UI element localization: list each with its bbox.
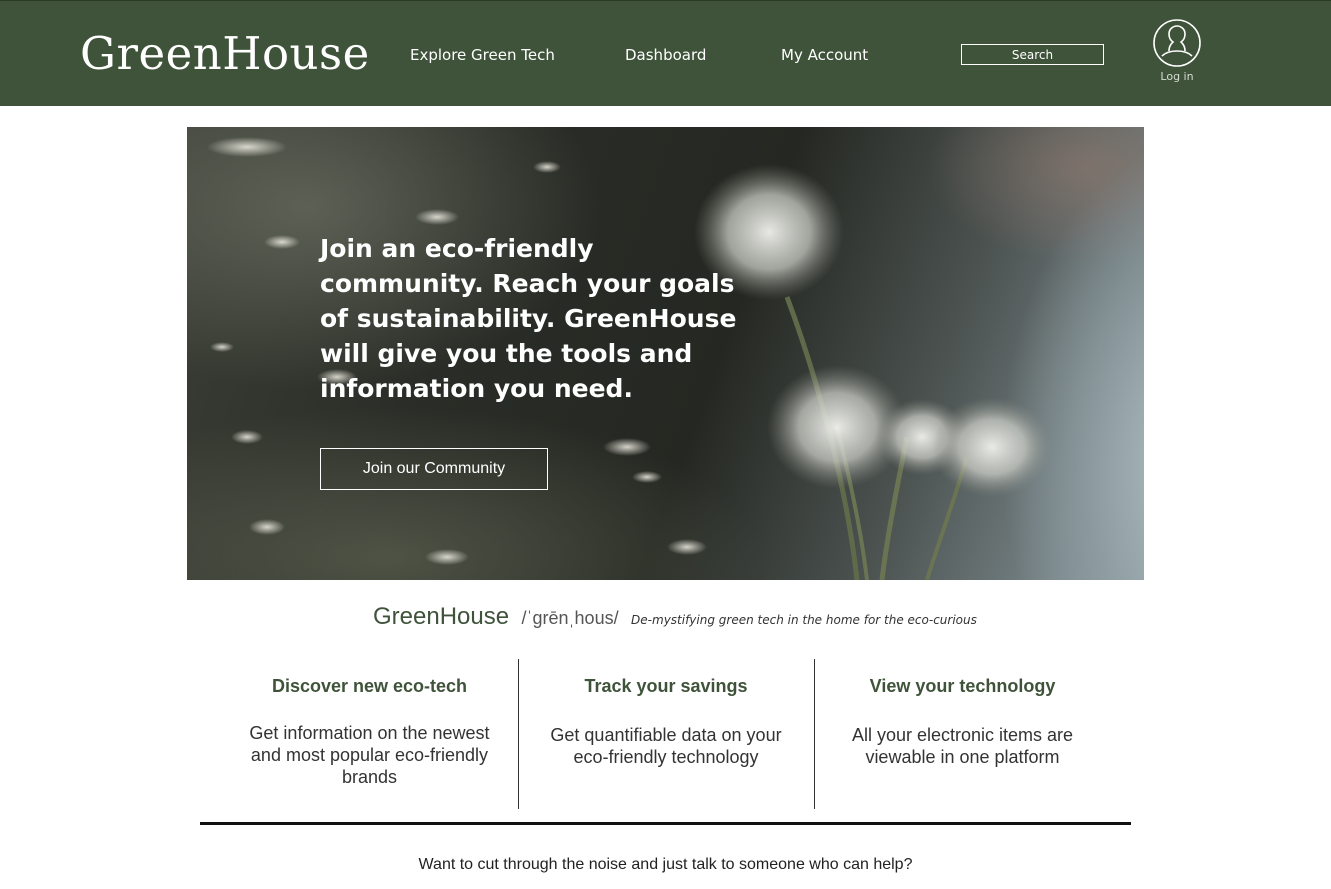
section-divider (200, 822, 1131, 825)
feature-track-savings: Track your savings Get quantifiable data… (518, 659, 813, 809)
nav-dashboard[interactable]: Dashboard (625, 46, 706, 64)
feature-body: Get information on the newest and most p… (249, 723, 490, 787)
hero-text: Join an eco-friendly community. Reach yo… (320, 234, 737, 403)
hero-headline: Join an eco-friendly community. Reach yo… (320, 231, 740, 406)
site-header: GreenHouse Explore Green Tech Dashboard … (0, 0, 1331, 106)
brand-tagline: De-mystifying green tech in the home for… (631, 613, 977, 627)
feature-discover: Discover new eco-tech Get information on… (222, 659, 517, 809)
join-community-button[interactable]: Join our Community (320, 448, 548, 490)
brand-name: GreenHouse (373, 603, 510, 630)
feature-title: View your technology (869, 676, 1056, 696)
search-input[interactable] (961, 44, 1104, 65)
brand-pronunciation: /ˈgrēnˌhous/ (521, 608, 619, 628)
feature-title: Discover new eco-tech (271, 676, 468, 696)
hero-banner: Join an eco-friendly community. Reach yo… (187, 127, 1144, 580)
nav-my-account[interactable]: My Account (781, 46, 868, 64)
feature-title: Track your savings (584, 676, 748, 696)
feature-view-technology: View your technology All your electronic… (814, 659, 1110, 809)
brand-definition: GreenHouse /ˈgrēnˌhous/ De-mystifying gr… (373, 603, 977, 631)
login-label: Log in (1160, 70, 1194, 83)
site-logo[interactable]: GreenHouse (80, 27, 370, 80)
contact-prompt: Want to cut through the noise and just t… (418, 856, 913, 873)
user-circle-icon (1153, 19, 1201, 67)
login-button[interactable]: Log in (1152, 18, 1202, 86)
nav-explore-green-tech[interactable]: Explore Green Tech (410, 46, 555, 64)
feature-body: All your electronic items are viewable i… (851, 725, 1074, 767)
feature-body: Get quantifiable data on your eco-friend… (550, 725, 782, 767)
